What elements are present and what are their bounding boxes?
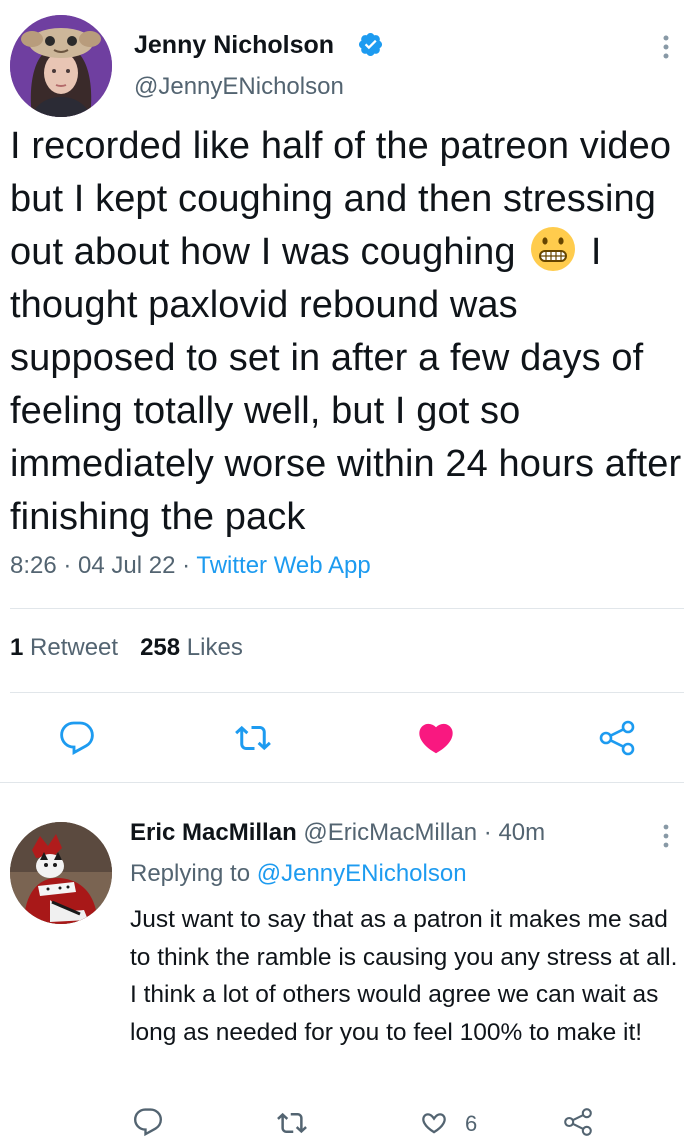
share-icon — [599, 720, 635, 756]
share-icon — [564, 1108, 592, 1136]
verified-badge-icon — [357, 31, 384, 58]
tweet-source[interactable]: Twitter Web App — [196, 552, 370, 579]
reply-icon — [134, 1108, 163, 1137]
share-button[interactable] — [597, 718, 637, 763]
meta-separator: · — [175, 552, 197, 579]
grimacing-face-icon — [530, 226, 576, 272]
reply-button[interactable] — [59, 720, 95, 761]
like-icon — [422, 1113, 446, 1134]
reply-author-avatar[interactable] — [10, 822, 112, 924]
like-stat[interactable]: 258 Likes — [140, 634, 243, 661]
like-count: 258 — [140, 634, 181, 661]
reply-retweet-button[interactable] — [276, 1108, 308, 1138]
reply-time-ago[interactable]: 40m — [498, 819, 545, 846]
reply-like-button[interactable] — [418, 1107, 450, 1138]
divider — [10, 692, 684, 693]
tweet-time[interactable]: 8:26 — [10, 552, 57, 579]
divider — [10, 608, 684, 609]
like-icon — [419, 723, 453, 754]
author-handle[interactable]: @JennyENicholson — [134, 73, 344, 101]
tweet-stats: 1 Retweet 258 Likes — [10, 634, 243, 662]
retweet-icon — [277, 1112, 307, 1134]
retweet-icon — [235, 725, 271, 751]
retweet-count: 1 — [10, 634, 24, 661]
author-avatar[interactable] — [10, 15, 112, 117]
replying-to-label: Replying to — [130, 860, 251, 887]
tweet-text: I recorded like half of the patreon vide… — [10, 120, 684, 544]
reply-author-name[interactable]: Eric MacMillan — [130, 819, 297, 846]
like-button[interactable] — [416, 718, 456, 763]
reply-author-handle[interactable]: @EricMacMillan — [303, 819, 477, 846]
reply-share-button[interactable] — [562, 1106, 594, 1138]
reply-text: Just want to say that as a patron it mak… — [130, 906, 678, 1046]
replying-to: Replying to @JennyENicholson — [130, 860, 467, 888]
retweet-button[interactable] — [233, 720, 273, 761]
more-options-icon[interactable] — [658, 32, 674, 62]
retweet-stat[interactable]: 1 Retweet — [10, 634, 118, 661]
replying-to-mention[interactable]: @JennyENicholson — [257, 860, 467, 887]
like-label: Likes — [186, 634, 243, 661]
divider — [0, 782, 684, 783]
retweet-label: Retweet — [30, 634, 119, 661]
author-name[interactable]: Jenny Nicholson — [134, 31, 334, 60]
tweet-meta: 8:26 · 04 Jul 22 · Twitter Web App — [10, 552, 371, 580]
reply-icon — [60, 721, 94, 755]
avatar-image — [10, 15, 112, 117]
tweet-date[interactable]: 04 Jul 22 — [78, 552, 175, 579]
reply-reply-button[interactable] — [133, 1107, 163, 1138]
avatar-image — [10, 822, 112, 924]
tweet-text-part2: I thought paxlovid rebound was supposed … — [10, 231, 682, 538]
more-options-icon[interactable] — [658, 822, 674, 850]
meta-separator: · — [56, 552, 79, 579]
reply-header: Eric MacMillan @EricMacMillan · 40m — [130, 819, 545, 847]
meta-separator: · — [477, 819, 499, 846]
reply-like-count: 6 — [465, 1111, 478, 1136]
